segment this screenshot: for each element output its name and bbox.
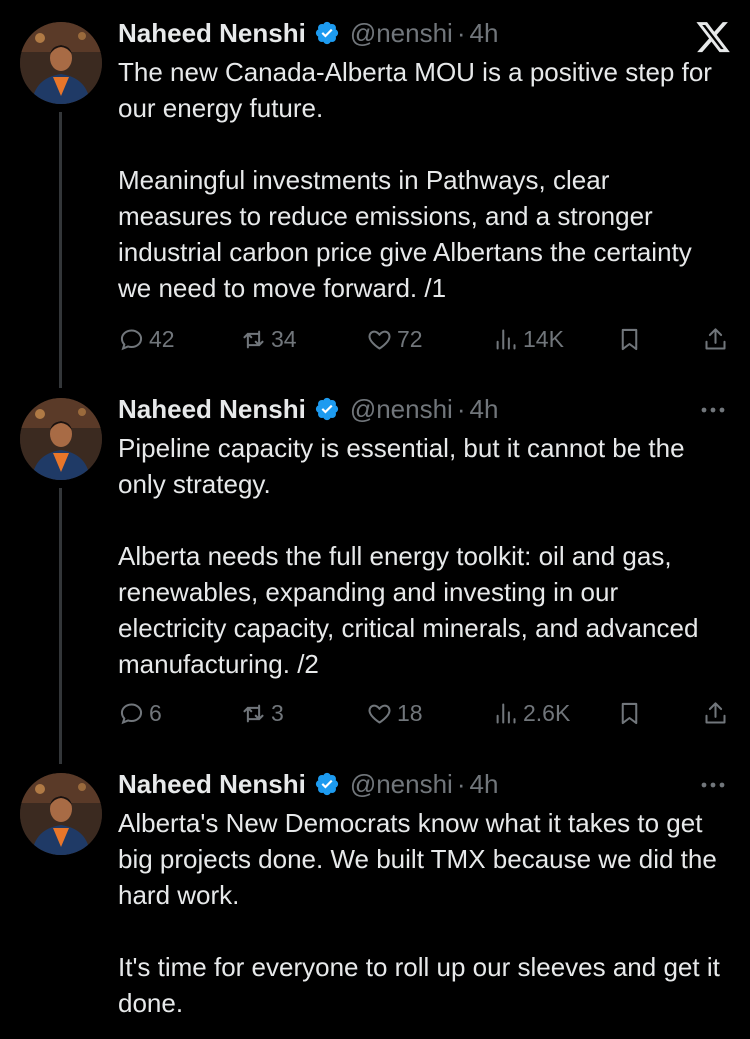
share-button[interactable] bbox=[702, 322, 733, 356]
verified-badge-icon bbox=[315, 397, 338, 421]
action-bar: 6 3 18 2.6K bbox=[118, 696, 730, 730]
repost-icon bbox=[243, 330, 264, 348]
like-icon bbox=[368, 704, 391, 724]
bookmark-button[interactable] bbox=[616, 696, 647, 730]
tweet-text: Pipeline capacity is essential, but it c… bbox=[118, 430, 728, 682]
tweet-paragraph: It's time for everyone to roll up our sl… bbox=[118, 952, 720, 1018]
separator-dot: · bbox=[456, 768, 466, 799]
tweet-header: Naheed Nenshi @nenshi · 4h bbox=[118, 767, 498, 801]
like-count: 72 bbox=[397, 325, 423, 352]
repost-count: 34 bbox=[271, 325, 297, 352]
author-handle[interactable]: @nenshi bbox=[350, 394, 453, 425]
repost-icon bbox=[243, 704, 264, 722]
reply-icon bbox=[120, 702, 143, 724]
views-button[interactable]: 14K bbox=[492, 322, 564, 356]
timestamp[interactable]: 4h bbox=[470, 769, 499, 800]
bookmark-button[interactable] bbox=[616, 322, 647, 356]
author-handle[interactable]: @nenshi bbox=[350, 769, 453, 800]
tweet-header: Naheed Nenshi @nenshi · 4h bbox=[118, 16, 498, 50]
more-icon[interactable] bbox=[698, 775, 728, 795]
tweet-paragraph: Alberta's New Democrats know what it tak… bbox=[118, 808, 717, 910]
reply-count: 6 bbox=[149, 699, 162, 726]
reply-button[interactable]: 6 bbox=[118, 696, 162, 730]
avatar[interactable] bbox=[20, 22, 102, 104]
reply-button[interactable]: 42 bbox=[118, 322, 175, 356]
like-icon bbox=[368, 330, 391, 350]
author-name[interactable]: Naheed Nenshi bbox=[118, 394, 306, 425]
tweet-paragraph: Alberta needs the full energy toolkit: o… bbox=[118, 541, 699, 679]
repost-button[interactable]: 3 bbox=[240, 696, 284, 730]
views-icon bbox=[496, 702, 516, 724]
avatar[interactable] bbox=[20, 398, 102, 480]
bookmark-icon bbox=[621, 702, 638, 724]
repost-button[interactable]: 34 bbox=[240, 322, 297, 356]
like-button[interactable]: 18 bbox=[366, 696, 423, 730]
reply-count: 42 bbox=[149, 325, 175, 352]
tweet-paragraph: Meaningful investments in Pathways, clea… bbox=[118, 165, 692, 303]
share-button[interactable] bbox=[702, 696, 733, 730]
more-icon[interactable] bbox=[698, 400, 728, 420]
share-icon bbox=[705, 701, 726, 724]
verified-badge-icon bbox=[315, 21, 338, 45]
tweet-text: The new Canada-Alberta MOU is a positive… bbox=[118, 54, 728, 306]
author-name[interactable]: Naheed Nenshi bbox=[118, 769, 306, 800]
views-icon bbox=[496, 328, 516, 350]
views-count: 14K bbox=[523, 325, 564, 352]
separator-dot: · bbox=[456, 393, 466, 424]
timestamp[interactable]: 4h bbox=[470, 394, 499, 425]
verified-badge-icon bbox=[315, 772, 338, 796]
author-name[interactable]: Naheed Nenshi bbox=[118, 18, 306, 49]
tweet-3[interactable]: Naheed Nenshi @nenshi · 4h Alberta's New… bbox=[0, 767, 750, 1039]
tweet-text: Alberta's New Democrats know what it tak… bbox=[118, 805, 728, 1021]
author-handle[interactable]: @nenshi bbox=[350, 18, 453, 49]
separator-dot: · bbox=[456, 17, 466, 48]
avatar[interactable] bbox=[20, 773, 102, 855]
reply-icon bbox=[120, 328, 143, 350]
tweet-paragraph: The new Canada-Alberta MOU is a positive… bbox=[118, 57, 712, 123]
views-button[interactable]: 2.6K bbox=[492, 696, 570, 730]
repost-count: 3 bbox=[271, 699, 284, 726]
views-count: 2.6K bbox=[523, 699, 571, 726]
timestamp[interactable]: 4h bbox=[470, 18, 499, 49]
like-button[interactable]: 72 bbox=[366, 322, 423, 356]
tweet-paragraph: Pipeline capacity is essential, but it c… bbox=[118, 433, 685, 499]
action-bar: 42 34 72 14K bbox=[118, 322, 730, 356]
tweet-2[interactable]: Naheed Nenshi @nenshi · 4h Pipeline capa… bbox=[0, 392, 750, 742]
tweet-1[interactable]: Naheed Nenshi @nenshi · 4h The new Canad… bbox=[0, 16, 750, 366]
tweet-header: Naheed Nenshi @nenshi · 4h bbox=[118, 392, 498, 426]
bookmark-icon bbox=[621, 328, 638, 350]
share-icon bbox=[705, 327, 726, 350]
like-count: 18 bbox=[397, 699, 423, 726]
